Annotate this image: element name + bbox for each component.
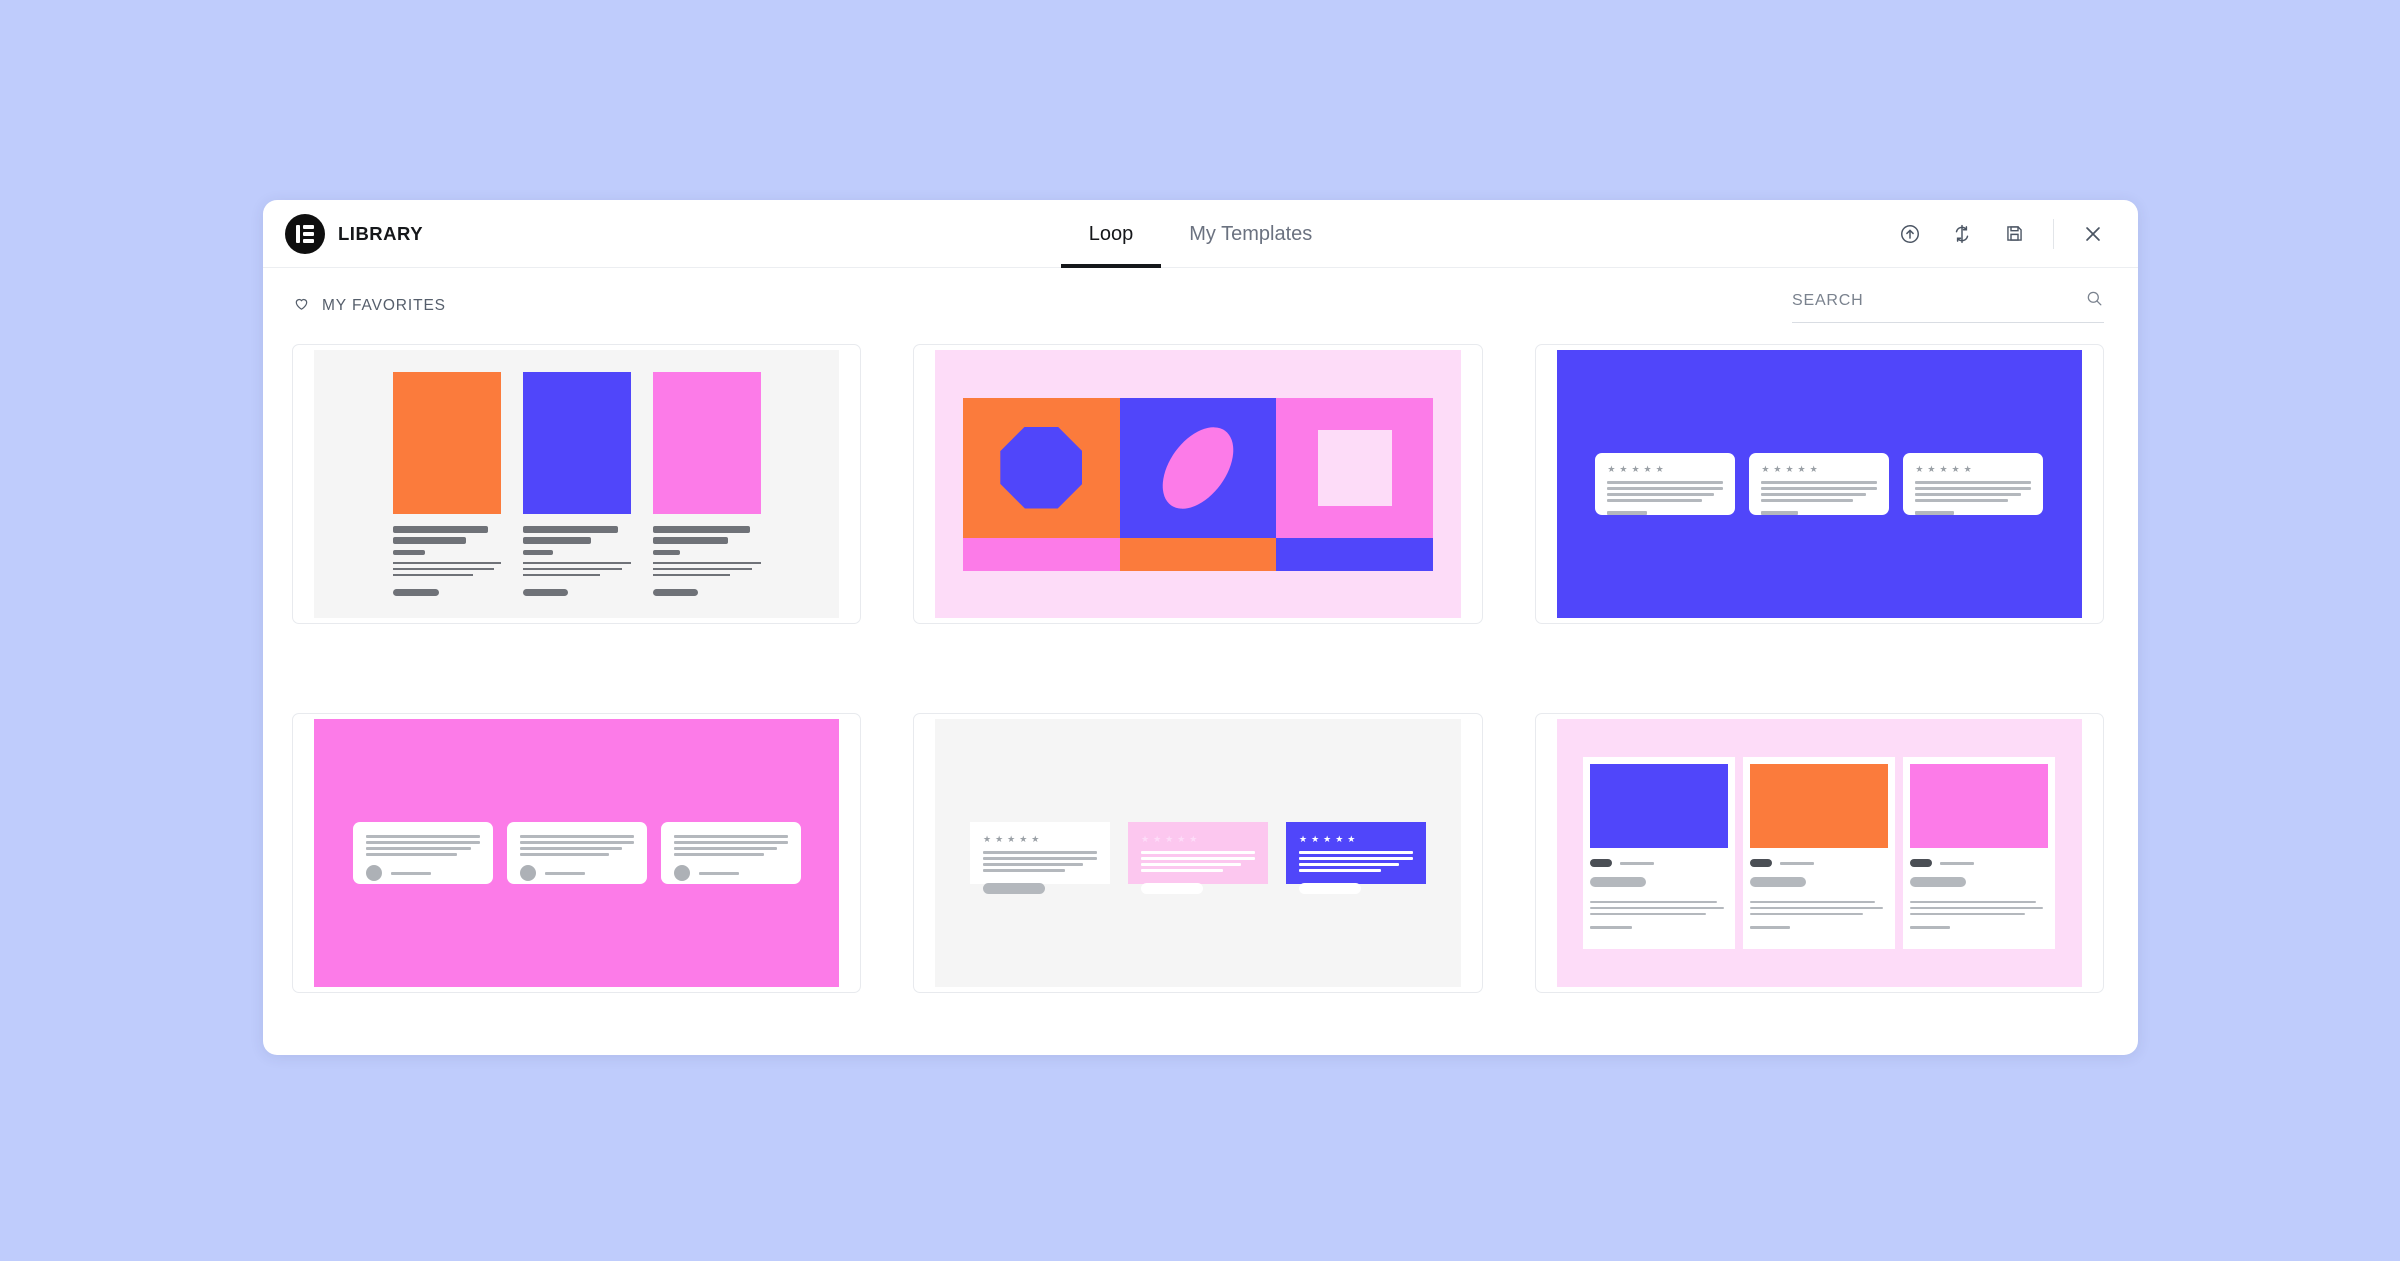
- preview-blog-card: [1743, 757, 1896, 949]
- template-card-color-block-gallery[interactable]: [913, 344, 1483, 624]
- tab-bar: Loop My Templates: [263, 200, 2138, 268]
- search-icon[interactable]: [2085, 289, 2104, 313]
- template-grid: ★ ★ ★ ★ ★ ★ ★ ★ ★ ★ ★ ★ ★ ★ ★ ★ ★ ★ ★ ★ …: [263, 344, 2138, 1055]
- library-modal: LIBRARY Loop My Templates MY FAVORITES S…: [263, 200, 2138, 1055]
- template-card-review-tiles-grey[interactable]: ★ ★ ★ ★ ★ ★ ★ ★ ★ ★ ★ ★ ★ ★ ★: [913, 713, 1483, 993]
- preview-review-card: ★ ★ ★ ★ ★: [969, 822, 1110, 894]
- template-preview: [314, 350, 840, 618]
- template-preview: [935, 350, 1461, 618]
- tag-badge: [1910, 859, 1933, 867]
- preview-quote-card: [506, 822, 647, 884]
- save-icon[interactable]: [1999, 219, 2029, 249]
- star-rating-icon: ★ ★ ★ ★ ★: [1140, 834, 1198, 844]
- preview-quote-card: [660, 822, 801, 884]
- avatar: [519, 865, 536, 881]
- header-actions: [1895, 218, 2138, 249]
- preview-column: [522, 372, 631, 596]
- upload-icon[interactable]: [1895, 219, 1925, 249]
- template-preview: [314, 719, 840, 987]
- template-card-blog-post-cards[interactable]: [1534, 713, 2104, 993]
- preview-blog-card: [1583, 757, 1736, 949]
- ellipse-shape: [1148, 413, 1248, 522]
- preview-quote-card: [352, 822, 493, 884]
- preview-column: [392, 372, 501, 596]
- preview-cell: [962, 397, 1120, 538]
- preview-review-card: ★ ★ ★ ★ ★: [1127, 822, 1268, 894]
- page-title: LIBRARY: [338, 222, 424, 244]
- preview-column: [652, 372, 761, 596]
- star-rating-icon: ★ ★ ★ ★ ★: [982, 834, 1040, 844]
- my-favorites-filter[interactable]: MY FAVORITES: [293, 295, 446, 317]
- preview-blog-card: [1903, 757, 2056, 949]
- template-card-quote-cards-pink[interactable]: [292, 713, 862, 993]
- tab-loop[interactable]: Loop: [1060, 200, 1162, 268]
- preview-testimonial-card: ★ ★ ★ ★ ★: [1595, 453, 1736, 515]
- star-rating-icon: ★ ★ ★ ★ ★: [1298, 834, 1356, 844]
- search-field[interactable]: [1792, 289, 2104, 323]
- toolbar: MY FAVORITES: [263, 268, 2138, 344]
- preview-review-card: ★ ★ ★ ★ ★: [1285, 822, 1426, 894]
- preview-strip: [962, 537, 1433, 571]
- template-preview: ★ ★ ★ ★ ★ ★ ★ ★ ★ ★ ★ ★ ★ ★ ★: [935, 719, 1461, 987]
- octagon-shape: [1000, 426, 1083, 509]
- brand: LIBRARY: [263, 213, 424, 254]
- star-rating-icon: ★ ★ ★ ★ ★: [1607, 464, 1664, 474]
- template-card-three-column-feature[interactable]: [292, 344, 862, 624]
- preview-testimonial-card: ★ ★ ★ ★ ★: [1903, 453, 2044, 515]
- tag-badge: [1590, 859, 1613, 867]
- avatar: [673, 865, 690, 881]
- square-shape: [1317, 429, 1392, 506]
- preview-cell: [1119, 397, 1277, 538]
- modal-header: LIBRARY Loop My Templates: [263, 200, 2138, 268]
- star-rating-icon: ★ ★ ★ ★ ★: [1915, 464, 1972, 474]
- tab-my-templates[interactable]: My Templates: [1161, 200, 1340, 268]
- star-rating-icon: ★ ★ ★ ★ ★: [1761, 464, 1818, 474]
- search-input[interactable]: [1792, 292, 2085, 310]
- divider: [2053, 218, 2054, 249]
- template-preview: [1556, 719, 2082, 987]
- sync-icon[interactable]: [1947, 219, 1977, 249]
- template-card-testimonial-carousel-blue[interactable]: ★ ★ ★ ★ ★ ★ ★ ★ ★ ★ ★ ★ ★ ★ ★: [1534, 344, 2104, 624]
- my-favorites-label: MY FAVORITES: [322, 297, 446, 314]
- template-preview: ★ ★ ★ ★ ★ ★ ★ ★ ★ ★ ★ ★ ★ ★ ★: [1556, 350, 2082, 618]
- heart-icon: [293, 295, 310, 317]
- close-icon[interactable]: [2078, 219, 2108, 249]
- avatar: [365, 865, 382, 881]
- elementor-logo-icon: [285, 213, 325, 254]
- tag-badge: [1750, 859, 1773, 867]
- preview-testimonial-card: ★ ★ ★ ★ ★: [1749, 453, 1890, 515]
- preview-cell: [1276, 397, 1433, 538]
